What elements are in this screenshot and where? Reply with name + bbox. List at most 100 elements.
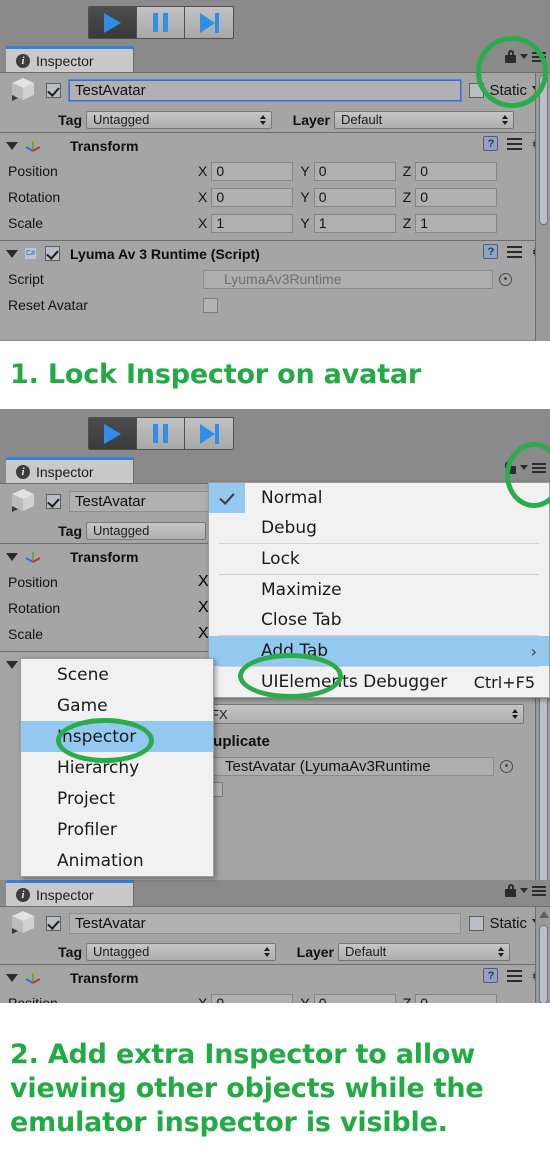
- tab-label: Inspector: [36, 886, 94, 903]
- object-enabled-checkbox[interactable]: [46, 493, 61, 509]
- submenu-item-profiler[interactable]: Profiler: [21, 814, 213, 845]
- tag-dropdown[interactable]: Untagged: [86, 942, 276, 961]
- scale-z-field[interactable]: 1: [415, 213, 498, 233]
- layer-dropdown[interactable]: Default: [334, 110, 514, 129]
- reset-avatar-checkbox[interactable]: [203, 297, 218, 313]
- row-label: Position: [8, 574, 58, 590]
- layer-dropdown[interactable]: Default: [338, 942, 510, 961]
- tag-dropdown[interactable]: Untagged: [86, 521, 206, 540]
- script-component-header[interactable]: C# Lyuma Av 3 Runtime (Script) ? ⚙: [0, 241, 550, 266]
- position-z-field[interactable]: 0: [415, 161, 498, 181]
- script-enabled-checkbox[interactable]: [45, 246, 60, 261]
- hamburger-menu-icon[interactable]: [532, 885, 546, 896]
- panel-3-tabstrip: i Inspector: [0, 880, 550, 906]
- axis-y-label: Y: [300, 215, 310, 231]
- menu-item-maximize[interactable]: Maximize: [209, 575, 549, 605]
- scale-x-field[interactable]: 1: [211, 213, 294, 233]
- object-picker-icon[interactable]: [500, 759, 513, 773]
- caret-down-icon[interactable]: [520, 888, 528, 893]
- foldout-arrow-icon[interactable]: [6, 973, 18, 982]
- tab-inspector[interactable]: i Inspector: [6, 46, 134, 72]
- script-title: Lyuma Av 3 Runtime (Script): [70, 245, 260, 262]
- lock-closed-icon[interactable]: [505, 884, 516, 897]
- axis-z-label: Z: [402, 215, 412, 231]
- position-x-field[interactable]: 0: [211, 161, 294, 181]
- menu-item-label: Close Tab: [261, 610, 342, 630]
- object-name-field[interactable]: TestAvatar: [69, 490, 229, 512]
- rotation-x-field[interactable]: 0: [211, 187, 294, 207]
- help-icon[interactable]: ?: [483, 244, 499, 259]
- submenu-arrow-icon: ›: [530, 641, 537, 661]
- submenu-item-animation[interactable]: Animation: [21, 845, 213, 876]
- panel-1-scrollbar[interactable]: [535, 73, 550, 341]
- position-z-field[interactable]: 0: [415, 993, 498, 1003]
- caption-1-text: 1. Lock Inspector on avatar: [10, 359, 421, 390]
- static-checkbox[interactable]: [469, 915, 485, 931]
- submenu-item-label: Scene: [57, 664, 109, 685]
- object-name-field[interactable]: TestAvatar: [69, 912, 462, 934]
- menu-item-close-tab[interactable]: Close Tab: [209, 605, 549, 635]
- object-enabled-checkbox[interactable]: [46, 915, 61, 931]
- tag-label: Tag: [58, 522, 82, 539]
- help-icon[interactable]: ?: [483, 968, 499, 983]
- transform-icon: [25, 972, 41, 984]
- step-button[interactable]: [185, 418, 233, 449]
- scale-y-field[interactable]: 1: [313, 213, 396, 233]
- axis-z-label: Z: [402, 163, 412, 179]
- tag-dropdown[interactable]: Untagged: [86, 110, 272, 129]
- tab-inspector[interactable]: i Inspector: [6, 880, 134, 906]
- tag-layer-row: Tag Untagged Layer Default: [0, 939, 550, 964]
- play-button[interactable]: [89, 418, 137, 449]
- transform-title: Transform: [70, 548, 139, 565]
- playback-controls[interactable]: [88, 6, 234, 39]
- transform-title: Transform: [70, 137, 139, 154]
- info-icon: i: [16, 887, 30, 902]
- submenu-item-scene[interactable]: Scene: [21, 659, 213, 690]
- object-picker-icon[interactable]: [499, 272, 512, 286]
- foldout-arrow-icon[interactable]: [6, 141, 18, 150]
- object-name-field[interactable]: TestAvatar: [67, 78, 463, 102]
- rotation-z-field[interactable]: 0: [415, 187, 498, 207]
- menu-item-normal[interactable]: Normal: [209, 483, 549, 513]
- pause-icon: [153, 13, 168, 32]
- step-button[interactable]: [185, 7, 233, 38]
- object-enabled-checkbox[interactable]: [46, 82, 61, 98]
- pause-button[interactable]: [137, 7, 185, 38]
- play-button[interactable]: [89, 7, 137, 38]
- position-x-field[interactable]: 0: [211, 993, 294, 1003]
- transform-component-header[interactable]: Transform ? ⚙: [0, 965, 550, 990]
- help-icon[interactable]: ?: [483, 136, 499, 151]
- preset-icon[interactable]: [507, 245, 523, 259]
- transform-rotation-row: Rotation X0 Y0 Z0: [0, 184, 550, 210]
- playback-controls[interactable]: [88, 417, 234, 450]
- preset-icon[interactable]: [507, 137, 523, 151]
- submenu-item-game[interactable]: Game: [21, 690, 213, 721]
- foldout-arrow-icon[interactable]: [6, 660, 18, 669]
- tab-inspector[interactable]: i Inspector: [6, 457, 134, 483]
- tag-value: Untagged: [93, 523, 150, 538]
- position-y-field[interactable]: 0: [313, 161, 396, 181]
- menu-item-lock[interactable]: Lock: [209, 544, 549, 574]
- script-object-field[interactable]: LyumaAv3Runtime: [203, 269, 493, 289]
- scrollbar-thumb[interactable]: [539, 925, 548, 1003]
- info-icon: i: [16, 464, 30, 479]
- transform-title: Transform: [70, 969, 139, 986]
- pause-button[interactable]: [137, 418, 185, 449]
- transform-component-header[interactable]: Transform ? ⚙: [0, 133, 550, 158]
- dropdown-arrows-icon: [498, 946, 504, 957]
- fx-dropdown[interactable]: FX: [204, 704, 524, 724]
- foldout-arrow-icon[interactable]: [6, 552, 18, 561]
- object-header-row: TestAvatar Static: [0, 73, 550, 107]
- foldout-arrow-icon[interactable]: [6, 249, 18, 258]
- scrollbar-thumb[interactable]: [539, 75, 548, 225]
- panel-3-scrollbar[interactable]: [535, 907, 550, 1003]
- avatar-object-field[interactable]: TestAvatar (LyumaAv3Runtime: [204, 756, 494, 776]
- submenu-item-project[interactable]: Project: [21, 783, 213, 814]
- preset-icon[interactable]: [507, 969, 523, 983]
- add-tab-submenu[interactable]: Scene Game Inspector Hierarchy Project P…: [20, 658, 214, 877]
- position-y-field[interactable]: 0: [313, 993, 396, 1003]
- scroll-up-arrow-icon[interactable]: [539, 911, 549, 918]
- rotation-y-field[interactable]: 0: [313, 187, 396, 207]
- panel-1-inspector-body: TestAvatar Static Tag Untagged Layer Def…: [0, 72, 550, 341]
- menu-item-debug[interactable]: Debug: [209, 513, 549, 543]
